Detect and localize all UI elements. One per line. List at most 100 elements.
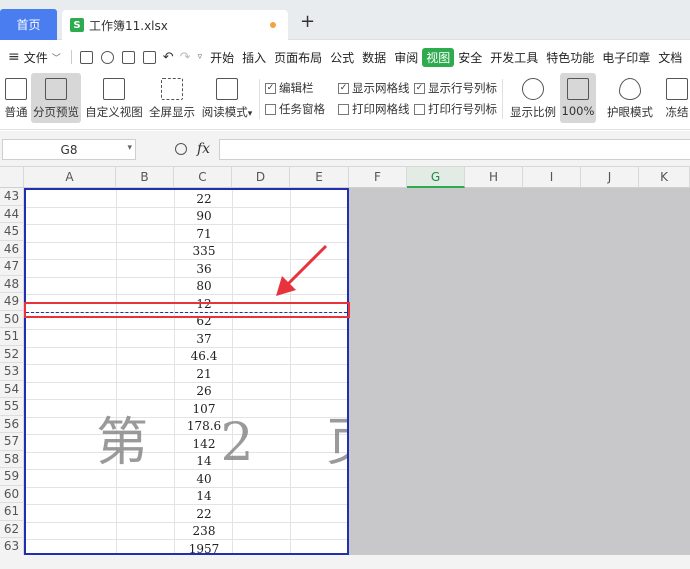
page-watermark: 第 2 页 bbox=[96, 413, 347, 473]
normal-view-button[interactable]: 普通 bbox=[2, 73, 30, 123]
row-header[interactable]: 57 bbox=[0, 433, 24, 451]
print-icon[interactable] bbox=[121, 50, 135, 64]
freeze-panes-button[interactable]: 冻结 bbox=[664, 73, 690, 123]
row-header[interactable]: 50 bbox=[0, 310, 24, 328]
menu-docs[interactable]: 文档 bbox=[654, 49, 686, 66]
zoom-100-label: 100% bbox=[561, 104, 595, 118]
formula-input[interactable] bbox=[219, 139, 690, 160]
format-painter-icon[interactable] bbox=[100, 50, 114, 64]
cell-c[interactable]: 1957 bbox=[175, 540, 233, 553]
cell-c[interactable]: 14 bbox=[175, 488, 233, 506]
row-header[interactable]: 60 bbox=[0, 485, 24, 503]
tab-home[interactable]: 首页 bbox=[0, 9, 57, 40]
name-box[interactable]: G8 ▾ bbox=[2, 139, 136, 160]
checkbox-show-gridlines[interactable]: ✓ 显示网格线 bbox=[338, 80, 410, 96]
fullscreen-button[interactable]: 全屏显示 bbox=[148, 73, 196, 123]
cell-c[interactable]: 71 bbox=[175, 225, 233, 243]
chevron-down-icon[interactable]: ▾ bbox=[127, 143, 132, 153]
function-icon[interactable]: fx bbox=[197, 141, 210, 157]
row-header[interactable]: 43 bbox=[0, 188, 24, 206]
column-header-a[interactable]: A bbox=[24, 167, 116, 188]
row-header[interactable]: 48 bbox=[0, 275, 24, 293]
row-header[interactable]: 51 bbox=[0, 328, 24, 346]
row-64-strip bbox=[0, 555, 690, 569]
menu-file[interactable]: 文件 bbox=[20, 49, 52, 66]
menu-start[interactable]: 开始 bbox=[206, 49, 238, 66]
reading-mode-button[interactable]: 阅读模式▾ bbox=[200, 73, 254, 123]
cell-c[interactable]: 46.4 bbox=[175, 348, 233, 366]
sheet-grid[interactable]: A B C D E F G H I J K 43 44 45 46 47 48 49 50 51… bbox=[0, 167, 690, 569]
row-header[interactable]: 63 bbox=[0, 538, 24, 556]
save-icon[interactable] bbox=[79, 50, 93, 64]
cell-c[interactable]: 335 bbox=[175, 243, 233, 261]
cell-c[interactable]: 26 bbox=[175, 383, 233, 401]
menu-data[interactable]: 数据 bbox=[358, 49, 390, 66]
chevron-down-icon[interactable]: ﹀ bbox=[52, 51, 61, 64]
row-header[interactable]: 56 bbox=[0, 415, 24, 433]
column-header-b[interactable]: B bbox=[116, 167, 174, 188]
row-header[interactable]: 46 bbox=[0, 240, 24, 258]
cell-c[interactable]: 90 bbox=[175, 208, 233, 226]
row-header[interactable]: 62 bbox=[0, 520, 24, 538]
menu-developer[interactable]: 开发工具 bbox=[486, 49, 542, 66]
column-header-h[interactable]: H bbox=[465, 167, 523, 188]
checkbox-print-headings[interactable]: 打印行号列标 bbox=[414, 101, 497, 117]
menu-features[interactable]: 特色功能 bbox=[542, 49, 598, 66]
search-icon[interactable] bbox=[175, 143, 187, 155]
tab-workbook-label: 工作簿11.xlsx bbox=[89, 18, 168, 33]
menu-e-seal[interactable]: 电子印章 bbox=[598, 49, 654, 66]
menu-view[interactable]: 视图 bbox=[422, 47, 455, 67]
column-header-d[interactable]: D bbox=[232, 167, 290, 188]
row-header[interactable]: 61 bbox=[0, 503, 24, 521]
menu-formula[interactable]: 公式 bbox=[326, 49, 358, 66]
checkbox-formula-bar[interactable]: ✓ 编辑栏 bbox=[265, 80, 314, 96]
menu-insert[interactable]: 插入 bbox=[238, 49, 270, 66]
undo-icon[interactable]: ↶ bbox=[163, 50, 174, 65]
row-header[interactable]: 52 bbox=[0, 345, 24, 363]
cell-c[interactable]: 80 bbox=[175, 278, 233, 296]
column-header-c[interactable]: C bbox=[174, 167, 232, 188]
checkbox-show-headings[interactable]: ✓ 显示行号列标 bbox=[414, 80, 497, 96]
tab-workbook[interactable]: S 工作簿11.xlsx bbox=[62, 10, 288, 40]
row-header[interactable]: 45 bbox=[0, 223, 24, 241]
customize-icon[interactable]: ▿ bbox=[198, 52, 203, 62]
row-header[interactable]: 44 bbox=[0, 205, 24, 223]
row-header[interactable]: 49 bbox=[0, 293, 24, 311]
new-tab-button[interactable]: + bbox=[300, 13, 315, 31]
checkbox-icon: ✓ bbox=[338, 82, 349, 94]
row-header[interactable]: 55 bbox=[0, 398, 24, 416]
row-header[interactable]: 47 bbox=[0, 258, 24, 276]
row-header[interactable]: 53 bbox=[0, 363, 24, 381]
normal-view-label: 普通 bbox=[4, 105, 28, 119]
page-break-preview-button[interactable]: 分页预览 bbox=[31, 73, 81, 123]
column-header-j[interactable]: J bbox=[581, 167, 639, 188]
row-header[interactable]: 58 bbox=[0, 450, 24, 468]
column-header-g[interactable]: G bbox=[407, 167, 465, 188]
checkbox-print-gridlines[interactable]: 打印网格线 bbox=[338, 101, 410, 117]
cell-c[interactable]: 238 bbox=[175, 523, 233, 541]
cell-c[interactable]: 22 bbox=[175, 190, 233, 208]
custom-view-button[interactable]: 自定义视图 bbox=[85, 73, 143, 123]
checkbox-task-pane[interactable]: 任务窗格 bbox=[265, 101, 325, 117]
zoom-100-button[interactable]: 100% bbox=[560, 73, 596, 123]
redo-icon[interactable]: ↷ bbox=[180, 50, 191, 65]
column-header-i[interactable]: I bbox=[523, 167, 581, 188]
cell-c[interactable]: 22 bbox=[175, 505, 233, 523]
select-all-corner[interactable] bbox=[0, 167, 24, 188]
eye-protection-button[interactable]: 护眼模式 bbox=[606, 73, 654, 123]
print-preview-icon[interactable] bbox=[142, 50, 156, 64]
column-header-k[interactable]: K bbox=[639, 167, 690, 188]
menu-security[interactable]: 安全 bbox=[454, 49, 486, 66]
menu-page-layout[interactable]: 页面布局 bbox=[270, 49, 326, 66]
row-header[interactable]: 54 bbox=[0, 380, 24, 398]
hamburger-icon[interactable]: ≡ bbox=[8, 49, 20, 65]
checkbox-label: 编辑栏 bbox=[279, 81, 314, 95]
column-header-e[interactable]: E bbox=[290, 167, 349, 188]
cell-c[interactable]: 37 bbox=[175, 330, 233, 348]
zoom-ratio-button[interactable]: 显示比例 bbox=[510, 73, 556, 123]
cell-c[interactable]: 36 bbox=[175, 260, 233, 278]
cell-c[interactable]: 21 bbox=[175, 365, 233, 383]
row-header[interactable]: 59 bbox=[0, 468, 24, 486]
column-header-f[interactable]: F bbox=[349, 167, 407, 188]
menu-review[interactable]: 审阅 bbox=[390, 49, 422, 66]
